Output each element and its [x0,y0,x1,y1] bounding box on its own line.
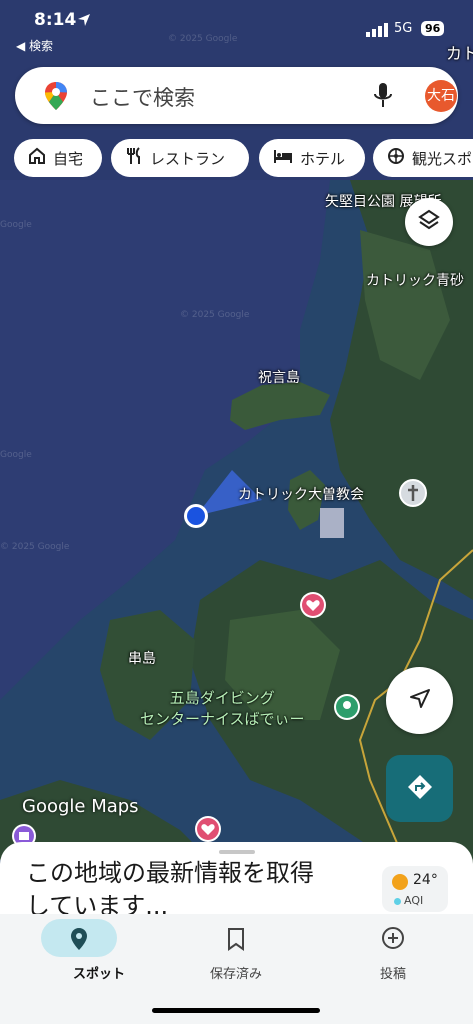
layers-icon [417,208,441,236]
plus-circle-icon [381,926,405,954]
aqi-label: AQI [404,894,424,907]
directions-button[interactable] [386,755,453,822]
map-label-catholic-oso[interactable]: カトリック大曽教会 [238,484,364,504]
nav-label: 保存済み [209,967,262,982]
chip-home[interactable]: 自宅 [14,139,102,177]
home-icon [28,147,53,169]
microphone-icon[interactable] [373,82,393,114]
hotel-icon [273,148,300,168]
sun-icon [391,873,409,895]
directions-icon [406,773,434,805]
map-label-goto-diving[interactable]: 五島ダイビング センターナイスばでぃー [140,687,305,729]
map-label-kushijima[interactable]: 串島 [128,648,156,668]
map-watermark: Google [0,220,32,230]
aqi-dot-icon [394,898,401,905]
map-label-catholic-aoka[interactable]: カトリック青砂 [366,270,464,290]
map-label-shugonjima[interactable]: 祝言島 [258,367,300,387]
location-arrow-icon [77,12,91,31]
chip-label: レストラン [150,149,226,168]
pin-icon [69,927,89,955]
chip-label: 観光スポ [412,149,473,168]
my-location-button[interactable] [386,667,453,734]
heart-marker-icon[interactable] [298,590,328,624]
temperature: 24° [413,872,438,888]
map-label-edge: カト [446,44,473,63]
bookmark-icon [226,927,246,955]
attraction-icon [387,147,412,169]
weather-widget[interactable]: 24° AQI [382,866,448,912]
navigation-arrow-icon [408,687,432,715]
sheet-drag-handle[interactable] [219,850,255,854]
battery-level: 96 [421,21,445,36]
chip-label: ホテル [300,149,346,168]
category-chips: 自宅 レストラン ホテル 観光スポ [14,139,473,177]
status-bar: 8:14 ◀ 検索 5G 96 [0,0,473,56]
nav-label: スポット [72,967,125,982]
map-watermark: © 2025 Google [0,542,70,552]
search-input[interactable]: ここで検索 [90,82,195,112]
map-watermark: © 2025 Google [180,310,250,320]
status-time: 8:14 [34,10,77,30]
church-marker-icon[interactable] [398,478,428,512]
account-avatar[interactable]: 大石 [425,80,457,112]
back-to-search-link[interactable]: ◀ 検索 [16,37,53,54]
google-maps-pin-icon [45,82,67,114]
network-type: 5G [394,21,413,36]
nav-label: 投稿 [379,967,406,982]
chip-hotel[interactable]: ホテル [259,139,365,177]
restaurant-icon [125,147,150,169]
search-bar[interactable]: ここで検索 大石 [15,67,458,124]
chip-restaurant[interactable]: レストラン [111,139,249,177]
chip-label: 自宅 [53,149,84,168]
home-indicator [152,1008,320,1013]
map-watermark: Google [0,450,32,460]
signal-icon [366,22,388,41]
diving-marker-icon[interactable] [332,692,362,726]
layers-button[interactable] [405,198,453,246]
chip-attractions[interactable]: 観光スポ [373,139,473,177]
google-maps-logo: Google Maps [22,796,139,817]
